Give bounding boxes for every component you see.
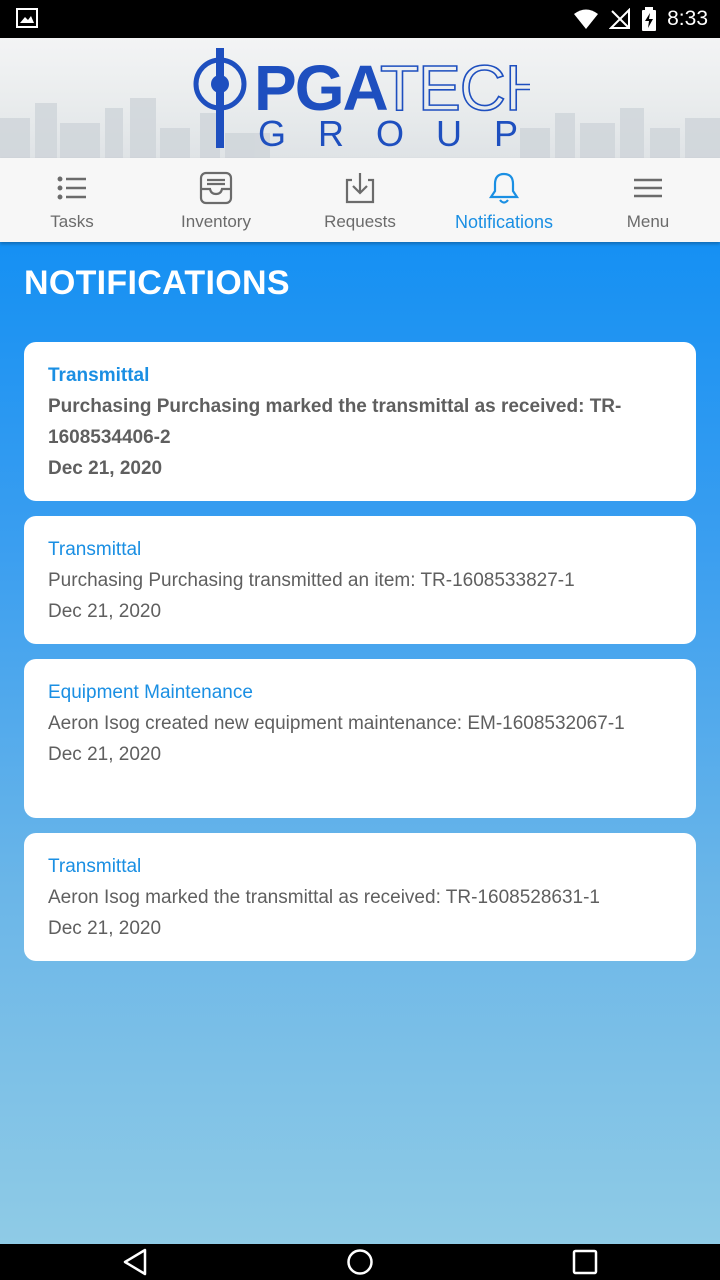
notification-type: Transmittal bbox=[48, 365, 150, 386]
tab-requests[interactable]: Requests bbox=[288, 158, 432, 242]
home-icon[interactable] bbox=[345, 1248, 375, 1276]
tab-tasks[interactable]: Tasks bbox=[0, 158, 144, 242]
image-icon bbox=[16, 8, 38, 28]
wifi-icon bbox=[574, 9, 599, 29]
recents-icon[interactable] bbox=[570, 1248, 600, 1276]
status-bar: 8:33 bbox=[0, 0, 720, 38]
notification-date: Dec 21, 2020 bbox=[48, 458, 163, 479]
notification-message: Purchasing Purchasing marked the transmi… bbox=[48, 396, 622, 448]
bell-icon bbox=[488, 172, 520, 204]
tab-inventory-label: Inventory bbox=[181, 212, 251, 231]
logo-group-text: GROUP bbox=[258, 113, 530, 151]
system-nav-bar bbox=[0, 1244, 720, 1280]
inbox-icon bbox=[199, 171, 233, 205]
pga-tech-group-logo: PGA TECH GROUP bbox=[193, 48, 530, 151]
notification-date: Dec 21, 2020 bbox=[48, 744, 162, 765]
header-banner: PGA TECH GROUP bbox=[0, 38, 720, 158]
notifications-screen: NOTIFICATIONS Transmittal Purchasing Pur… bbox=[0, 242, 720, 1244]
notification-type: Equipment Maintenance bbox=[48, 682, 253, 703]
battery-charging-icon bbox=[642, 7, 657, 31]
tab-bar: Tasks Inventory Requests Notifications M… bbox=[0, 158, 720, 242]
notification-card[interactable]: Transmittal Aeron Isog marked the transm… bbox=[24, 833, 696, 961]
notification-message: Aeron Isog marked the transmittal as rec… bbox=[48, 887, 601, 908]
notification-card[interactable]: Transmittal Purchasing Purchasing marked… bbox=[24, 342, 696, 501]
notification-date: Dec 21, 2020 bbox=[48, 918, 162, 939]
notification-card[interactable]: Transmittal Purchasing Purchasing transm… bbox=[24, 516, 696, 644]
page-title: NOTIFICATIONS bbox=[24, 264, 290, 302]
notification-card[interactable]: Equipment Maintenance Aeron Isog created… bbox=[24, 659, 696, 818]
tab-inventory[interactable]: Inventory bbox=[144, 158, 288, 242]
no-signal-icon bbox=[609, 8, 631, 29]
notification-message: Aeron Isog created new equipment mainten… bbox=[48, 713, 625, 734]
tab-notifications-label: Notifications bbox=[454, 212, 554, 232]
download-icon bbox=[345, 173, 375, 204]
back-icon[interactable] bbox=[121, 1248, 151, 1276]
notification-message: Purchasing Purchasing transmitted an ite… bbox=[48, 570, 575, 591]
list-icon bbox=[57, 176, 86, 200]
notification-type: Transmittal bbox=[48, 856, 142, 877]
notification-date: Dec 21, 2020 bbox=[48, 601, 162, 622]
notification-type: Transmittal bbox=[48, 539, 142, 560]
tab-menu-label: Menu bbox=[626, 212, 670, 231]
tab-requests-label: Requests bbox=[324, 212, 396, 231]
tab-menu[interactable]: Menu bbox=[576, 158, 720, 242]
tab-notifications[interactable]: Notifications bbox=[432, 158, 576, 242]
tab-tasks-label: Tasks bbox=[50, 212, 94, 231]
status-time: 8:33 bbox=[667, 7, 708, 30]
hamburger-icon bbox=[634, 178, 662, 198]
